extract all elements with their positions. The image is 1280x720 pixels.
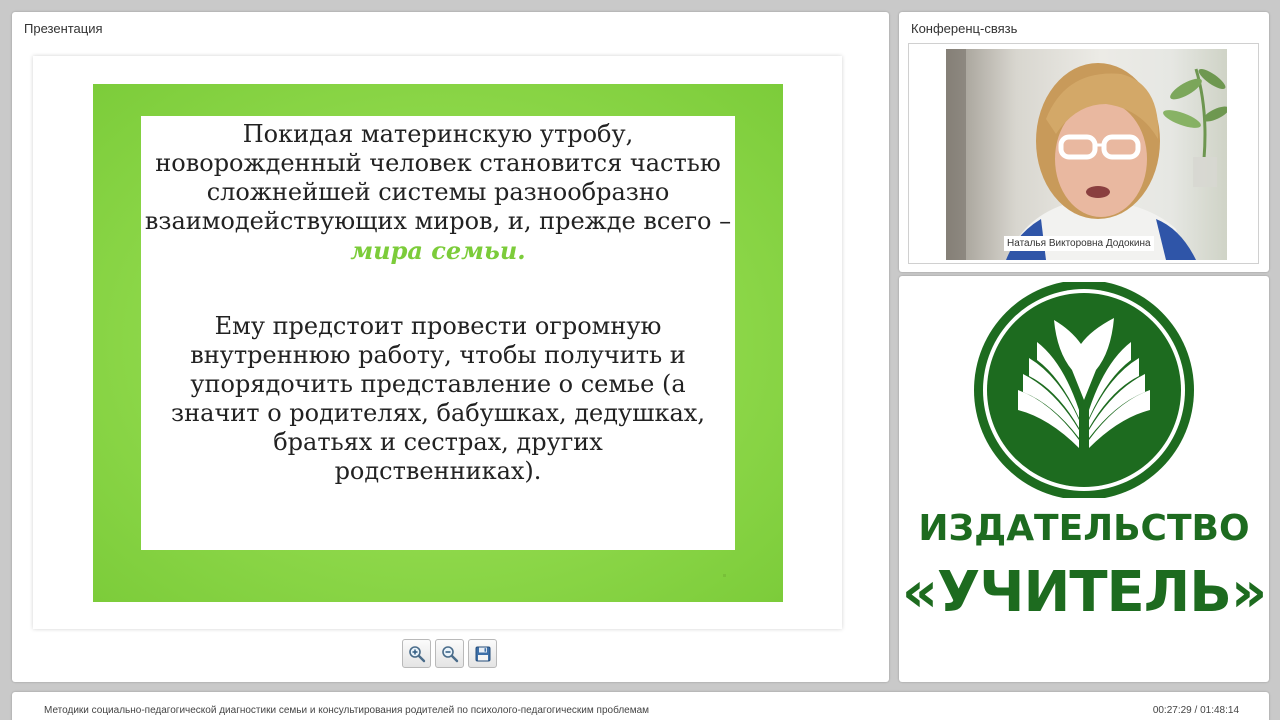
bottom-status-bar: Методики социально-педагогической диагно… (12, 692, 1269, 720)
zoom-in-icon (408, 645, 425, 662)
publisher-name-line-2: «УЧИТЕЛЬ» (901, 560, 1267, 625)
speaker-name-tag: Наталья Викторовна Додокина (1004, 236, 1154, 251)
playback-time: 00:27:29 / 01:48:14 (1152, 705, 1239, 716)
course-title: Методики социально-педагогической диагно… (44, 705, 650, 716)
slide-marker (723, 574, 726, 577)
zoom-in-button[interactable] (402, 639, 431, 668)
save-button[interactable] (468, 639, 497, 668)
slide-content: Покидая материнскую утробу, новорожденны… (141, 116, 735, 550)
slide-paragraph-1-text: Покидая материнскую утробу, новорожденны… (144, 120, 732, 235)
zoom-out-button[interactable] (435, 639, 464, 668)
presentation-panel: Презентация Покидая материнскую утробу, … (12, 12, 889, 682)
speaker-video[interactable]: Наталья Викторовна Додокина (946, 49, 1227, 260)
slide-paragraph-2: Ему предстоит провести огромную внутренн… (171, 312, 705, 485)
zoom-out-icon (441, 645, 458, 662)
slide-viewer[interactable]: Покидая материнскую утробу, новорожденны… (33, 56, 842, 629)
conference-title: Конференц-связь (911, 21, 1018, 36)
publisher-name-line-1: ИЗДАТЕЛЬСТВО (918, 508, 1250, 549)
speaker-video-image (946, 49, 1227, 260)
slide-paragraph-1: Покидая материнскую утробу, новорожденны… (141, 120, 735, 266)
publisher-logo-panel: ИЗДАТЕЛЬСТВО «УЧИТЕЛЬ» (899, 276, 1269, 682)
floppy-disk-icon (475, 646, 490, 661)
slide-background: Покидая материнскую утробу, новорожденны… (93, 84, 783, 602)
publisher-emblem-icon (974, 282, 1194, 498)
presentation-toolbar (402, 639, 497, 669)
presentation-title: Презентация (24, 21, 103, 36)
video-frame: Наталья Викторовна Додокина (908, 43, 1259, 264)
conference-panel: Конференц-связь Наталья Викторовна Додок… (899, 12, 1269, 272)
slide-accent-text: мира семьи. (350, 236, 526, 265)
